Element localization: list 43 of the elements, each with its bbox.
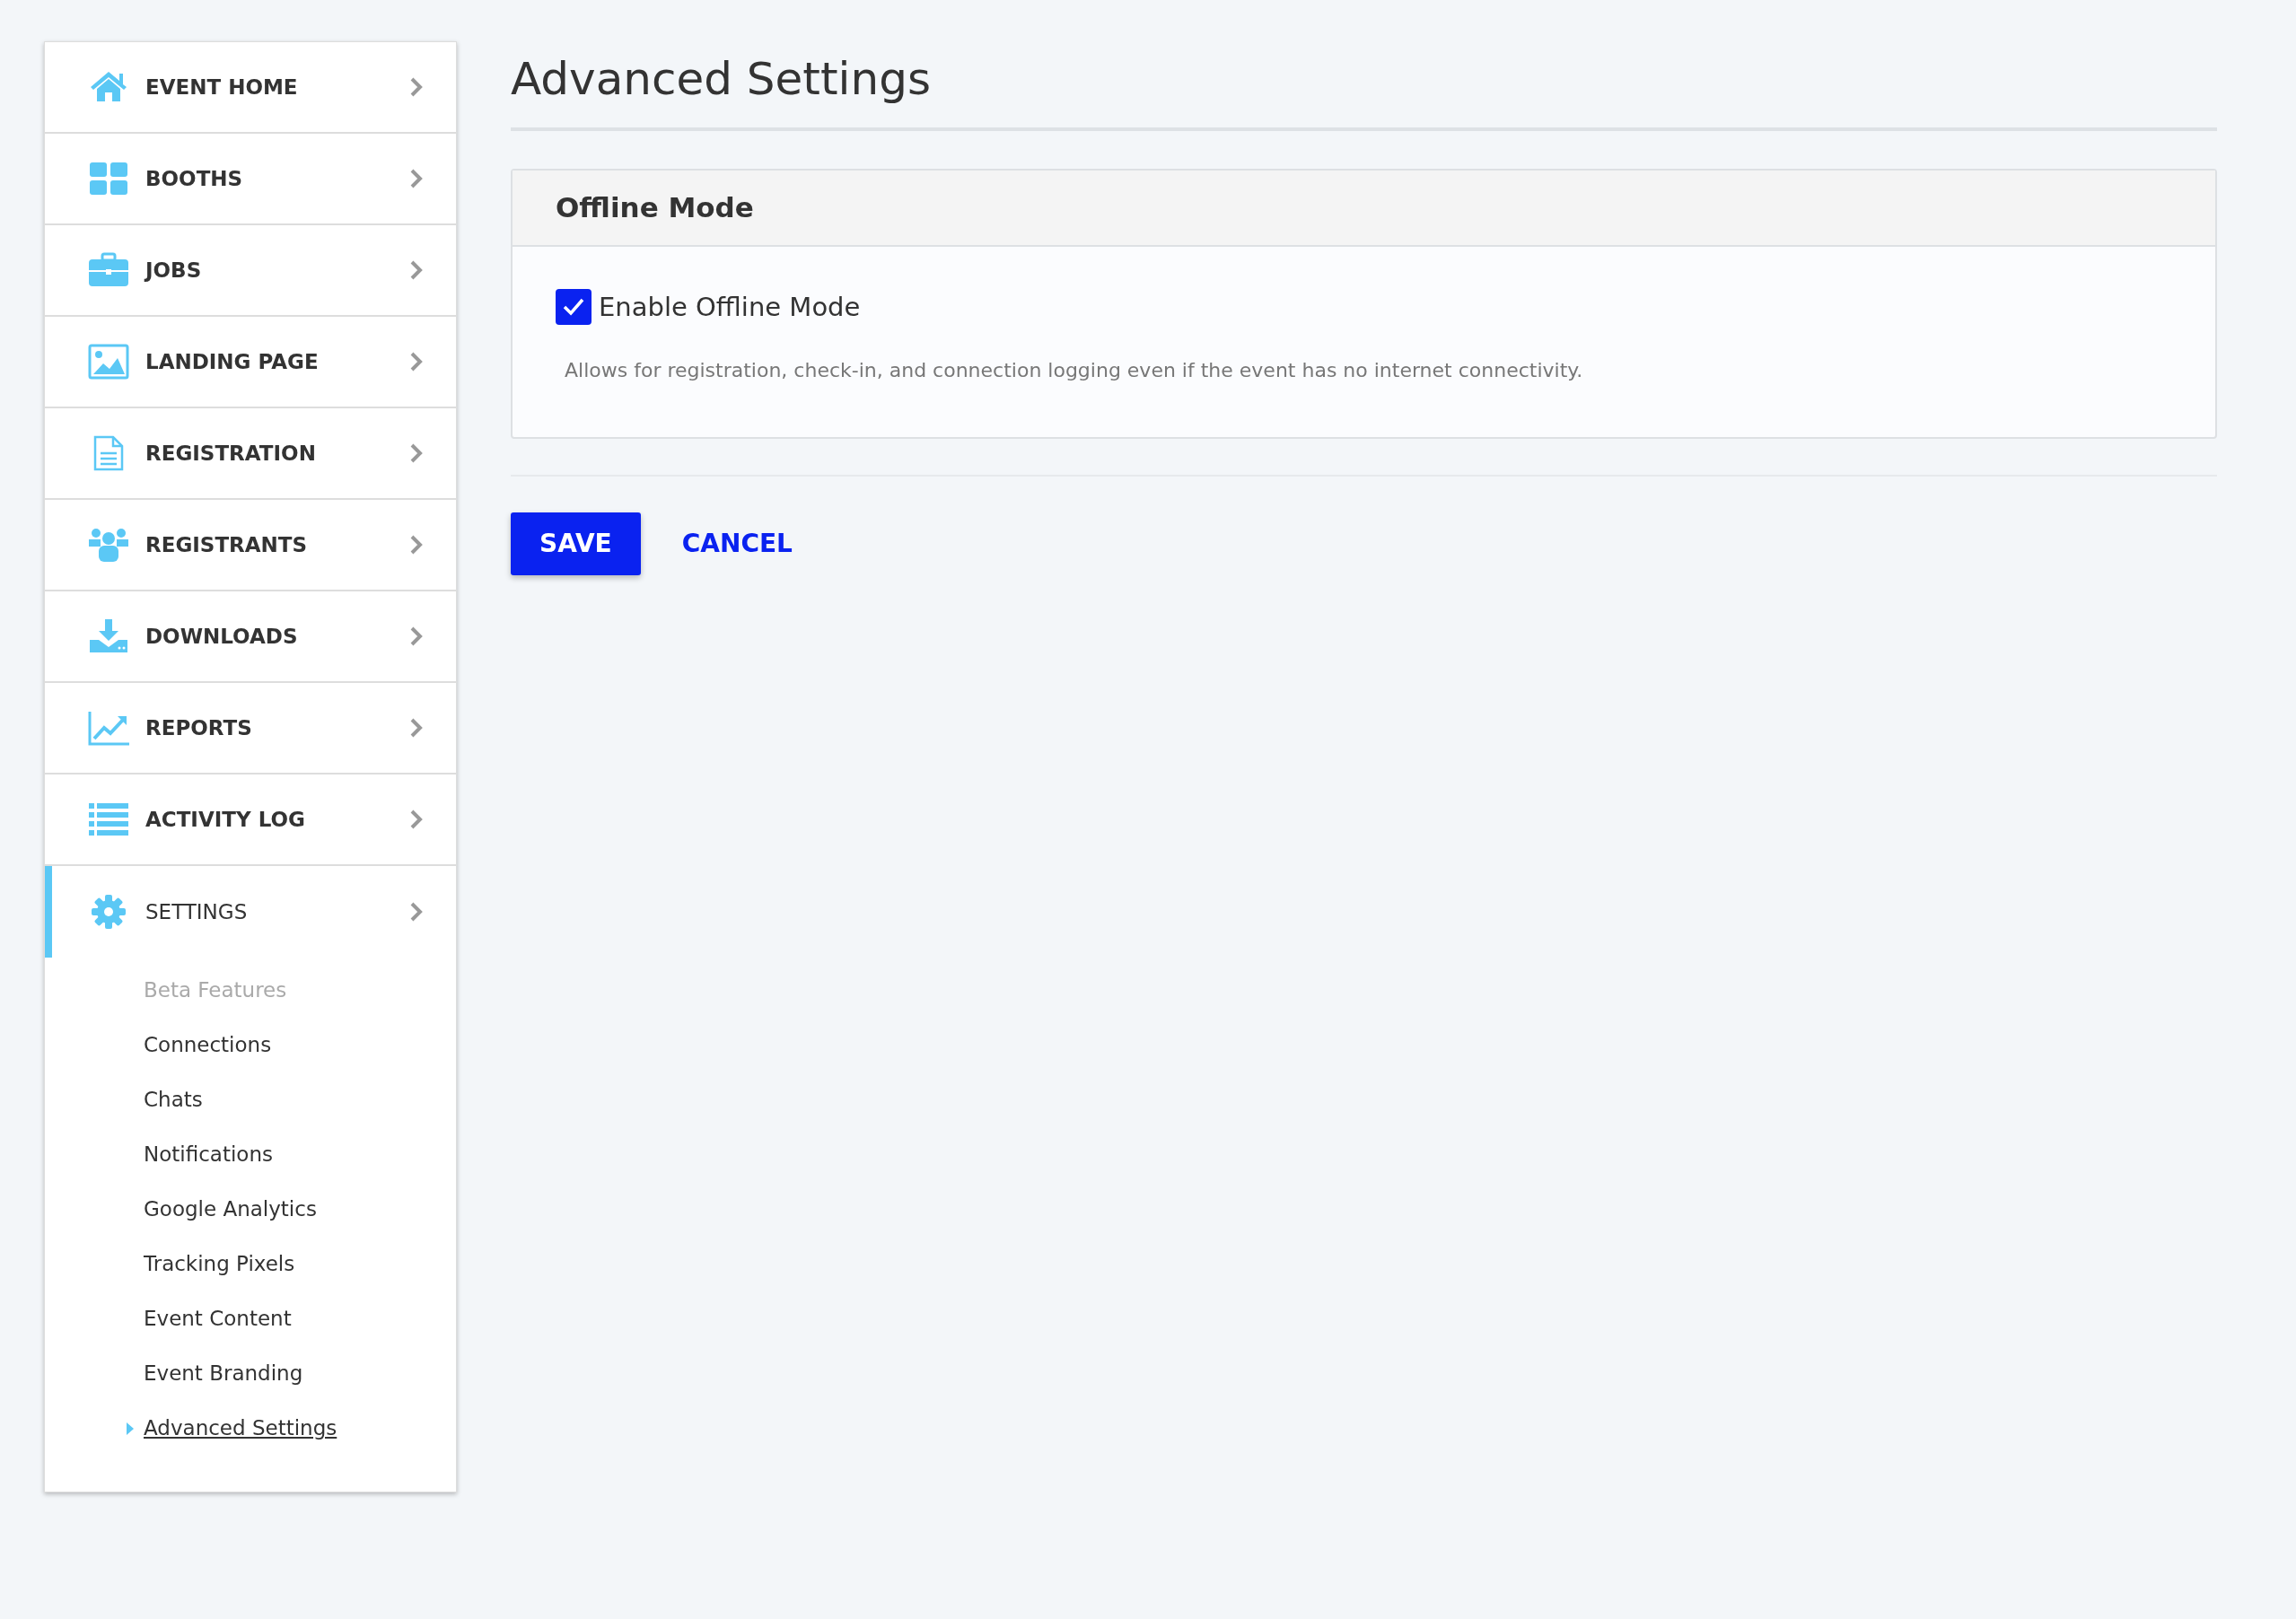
chevron-right-icon xyxy=(409,351,424,372)
submenu-link[interactable]: Event Branding xyxy=(144,1358,303,1389)
submenu-link[interactable]: Event Content xyxy=(144,1303,292,1335)
sidebar-item[interactable]: LANDING PAGE xyxy=(45,317,456,408)
page-title: Advanced Settings xyxy=(511,41,2217,131)
submenu-link[interactable]: Connections xyxy=(144,1029,272,1061)
sidebar-item[interactable]: EVENT HOME xyxy=(45,42,456,134)
sidebar-item[interactable]: DOWNLOADS xyxy=(45,591,456,683)
chevron-right-icon xyxy=(409,259,424,281)
checkbox-label: Enable Offline Mode xyxy=(599,290,861,324)
sidebar-item[interactable]: REGISTRANTS xyxy=(45,500,456,591)
chevron-right-icon xyxy=(409,534,424,556)
list-icon xyxy=(88,801,129,837)
sidebar-item[interactable]: BOOTHS xyxy=(45,134,456,225)
briefcase-icon xyxy=(88,252,129,288)
submenu-link[interactable]: Google Analytics xyxy=(144,1194,317,1225)
sidebar-item[interactable]: REGISTRATION xyxy=(45,408,456,500)
people-icon xyxy=(88,527,129,563)
checkmark-icon xyxy=(562,297,585,318)
chevron-right-icon xyxy=(409,626,424,647)
chevron-right-icon xyxy=(409,442,424,464)
panel-header: Offline Mode xyxy=(513,171,2215,247)
submenu-link[interactable]: Tracking Pixels xyxy=(144,1248,295,1280)
chevron-right-icon xyxy=(409,717,424,739)
chevron-right-icon xyxy=(409,809,424,830)
sidebar-item[interactable]: ACTIVITY LOG xyxy=(45,774,456,866)
grid-icon xyxy=(88,161,129,197)
image-icon xyxy=(88,344,129,380)
submenu-link[interactable]: Chats xyxy=(144,1084,203,1116)
sidebar-item[interactable]: REPORTS xyxy=(45,683,456,774)
cancel-button[interactable]: CANCEL xyxy=(667,512,807,575)
chevron-right-icon xyxy=(409,168,424,189)
download-icon xyxy=(88,618,129,654)
line-chart-icon xyxy=(88,710,129,746)
sidebar-item[interactable]: SETTINGS xyxy=(45,866,456,958)
option-description: Allows for registration, check-in, and connection logging even if the event has no internet connectivity. xyxy=(565,358,1584,383)
save-button[interactable]: SAVE xyxy=(511,512,641,575)
submenu-link[interactable]: Notifications xyxy=(144,1139,273,1170)
submenu-link[interactable]: Advanced Settings xyxy=(144,1413,337,1444)
checkbox[interactable] xyxy=(556,289,592,326)
sidebar-item[interactable]: JOBS xyxy=(45,225,456,317)
chevron-right-icon xyxy=(409,76,424,98)
chevron-right-icon xyxy=(409,901,424,923)
